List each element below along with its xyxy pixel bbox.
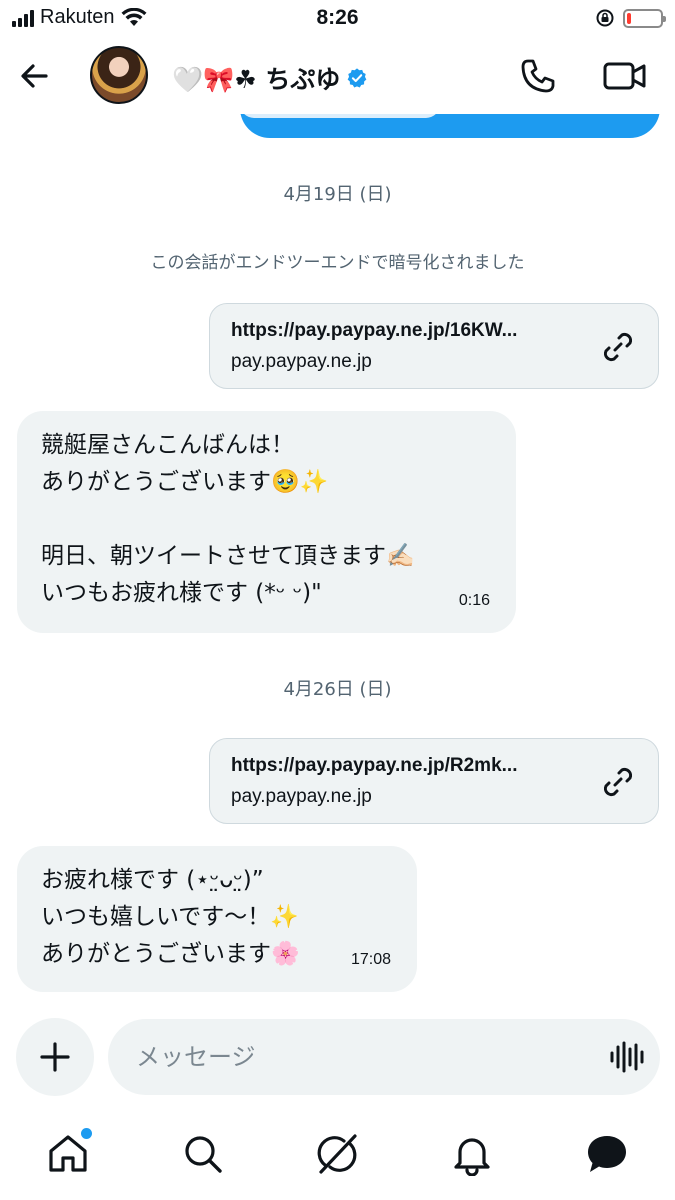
message-input[interactable] <box>108 1019 660 1095</box>
conversation-header: 🤍🎀☘ ちぷゆ <box>0 38 675 114</box>
battery-level <box>627 12 631 24</box>
status-right <box>595 8 666 28</box>
nav-grok[interactable] <box>315 1132 359 1176</box>
date-separator: 4月26日 (日) <box>283 679 392 700</box>
contact-name-row[interactable]: 🤍🎀☘ ちぷゆ <box>172 60 368 96</box>
message-line: ありがとうございます🥹✨ <box>41 469 329 495</box>
bottom-navigation <box>0 1110 675 1200</box>
encryption-notice: この会話がエンドツーエンドで暗号化されました <box>150 253 525 273</box>
grok-icon <box>317 1134 357 1174</box>
back-button[interactable] <box>16 56 56 96</box>
message-line: いつも嬉しいです～！✨ <box>41 904 299 930</box>
phone-icon[interactable] <box>518 56 558 96</box>
link-url: https://pay.paypay.ne.jp/16KW... <box>231 320 518 341</box>
orientation-lock-icon <box>596 9 614 27</box>
message-line <box>41 501 492 538</box>
date-separator: 4月19日 (日) <box>283 184 392 205</box>
received-message[interactable]: 競艇屋さんこんばんは！ ありがとうございます🥹✨ 明日、朝ツイートさせて頂きます… <box>17 411 516 633</box>
link-preview-card[interactable]: https://pay.paypay.ne.jp/16KW... pay.pay… <box>209 303 659 389</box>
message-timestamp: 0:16 <box>458 592 490 609</box>
search-icon <box>185 1136 222 1173</box>
nav-home[interactable] <box>46 1128 92 1176</box>
avatar[interactable] <box>90 46 148 104</box>
message-line: いつもお疲れ様です (*ᵕ ᵕ)" <box>41 580 322 606</box>
home-icon <box>49 1135 87 1172</box>
link-icon <box>603 767 633 797</box>
voice-waveform-icon[interactable] <box>609 1040 645 1074</box>
received-message[interactable]: お疲れ様です (⋆ᵕ̤ᴗᵕ̤)” いつも嬉しいです～！✨ ありがとうございます🌸… <box>17 846 417 992</box>
previous-message-bubble <box>240 114 660 138</box>
add-media-button[interactable] <box>16 1018 94 1096</box>
link-domain: pay.paypay.ne.jp <box>231 786 372 807</box>
message-composer <box>0 1018 675 1098</box>
message-timestamp: 17:08 <box>350 951 391 968</box>
message-list[interactable]: 4月19日 (日) この会話がエンドツーエンドで暗号化されました https:/… <box>0 114 675 1010</box>
contact-name: 🤍🎀☘ ちぷゆ <box>172 65 341 94</box>
link-preview-card[interactable]: https://pay.paypay.ne.jp/R2mk... pay.pay… <box>209 738 659 824</box>
status-time: 8:26 <box>316 6 359 29</box>
message-line: お疲れ様です (⋆ᵕ̤ᴗᵕ̤)” <box>41 867 264 893</box>
message-line: ありがとうございます🌸 <box>41 941 300 967</box>
link-domain: pay.paypay.ne.jp <box>231 351 372 372</box>
battery-icon <box>623 8 666 28</box>
link-icon <box>603 332 633 362</box>
notification-dot <box>81 1128 92 1139</box>
plus-icon <box>40 1042 70 1072</box>
message-line: 明日、朝ツイートさせて頂きます✍🏻 <box>41 543 415 569</box>
notifications-icon <box>454 1138 490 1177</box>
link-url: https://pay.paypay.ne.jp/R2mk... <box>231 755 518 776</box>
status-bar: Rakuten 8:26 <box>0 0 675 38</box>
nav-search[interactable] <box>181 1132 225 1176</box>
messages-icon <box>588 1136 626 1172</box>
nav-messages[interactable] <box>585 1132 629 1176</box>
verified-badge-icon <box>348 68 367 88</box>
video-camera-icon[interactable] <box>602 58 648 94</box>
nav-notifications[interactable] <box>450 1132 494 1177</box>
message-line: 競艇屋さんこんばんは！ <box>41 432 294 458</box>
